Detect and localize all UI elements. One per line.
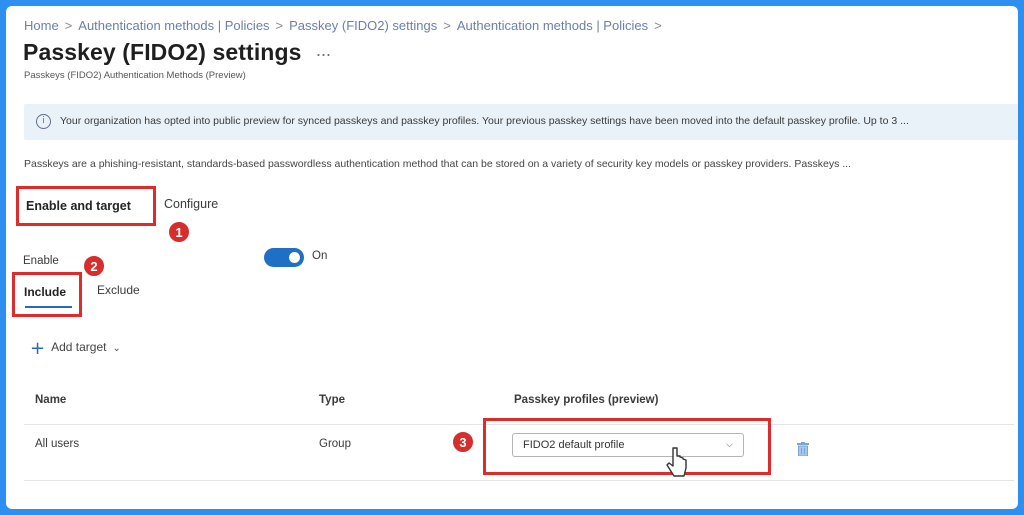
enable-label: Enable	[23, 255, 59, 267]
callout-box-profile	[483, 418, 771, 475]
delete-icon[interactable]	[797, 442, 809, 456]
callout-box-tabs	[16, 186, 156, 226]
info-banner: i Your organization has opted into publi…	[24, 104, 1018, 140]
page-title: Passkey (FIDO2) settings	[23, 39, 302, 65]
breadcrumb-separator: >	[654, 18, 662, 33]
add-target-label: Add target	[51, 340, 107, 354]
row-type: Group	[319, 438, 351, 450]
plus-icon: +	[30, 338, 46, 359]
breadcrumb-separator: >	[275, 18, 284, 33]
breadcrumb-home[interactable]: Home	[24, 18, 59, 33]
column-header-name: Name	[35, 394, 67, 406]
portal-frame: Home > Authentication methods | Policies > P…	[6, 6, 1018, 509]
callout-badge-2: 2	[83, 255, 105, 277]
chevron-down-icon: ⌄	[112, 343, 121, 354]
page-subtitle: Passkeys (FIDO2) Authentication Methods …	[24, 70, 246, 81]
info-banner-text: Your organization has opted into public …	[60, 115, 909, 127]
enable-toggle-state: On	[312, 250, 328, 262]
more-options-button[interactable]: ...	[316, 40, 331, 61]
breadcrumb-auth-policies-2[interactable]: Authentication methods | Policies	[457, 18, 648, 33]
tab-configure[interactable]: Configure	[164, 197, 218, 211]
tab-exclude[interactable]: Exclude	[97, 283, 140, 297]
breadcrumb-passkey-settings[interactable]: Passkey (FIDO2) settings	[289, 18, 437, 33]
callout-box-include	[12, 272, 82, 317]
callout-badge-1: 1	[168, 221, 190, 243]
breadcrumb: Home > Authentication methods | Policies > P…	[24, 18, 668, 33]
table-bottom-divider	[24, 480, 1014, 481]
breadcrumb-auth-policies[interactable]: Authentication methods | Policies	[78, 18, 269, 33]
row-name: All users	[35, 438, 80, 450]
info-icon: i	[36, 114, 51, 129]
toggle-knob	[289, 252, 300, 263]
description-text: Passkeys are a phishing-resistant, stand…	[24, 158, 851, 170]
callout-badge-3: 3	[452, 431, 474, 453]
column-header-passkey-profiles: Passkey profiles (preview)	[514, 394, 659, 406]
column-header-type: Type	[319, 394, 345, 406]
mouse-cursor-icon	[666, 447, 687, 477]
add-target-button[interactable]: + Add target ⌄	[30, 338, 121, 359]
enable-toggle[interactable]	[264, 248, 304, 267]
breadcrumb-separator: >	[64, 18, 73, 33]
breadcrumb-separator: >	[443, 18, 451, 33]
